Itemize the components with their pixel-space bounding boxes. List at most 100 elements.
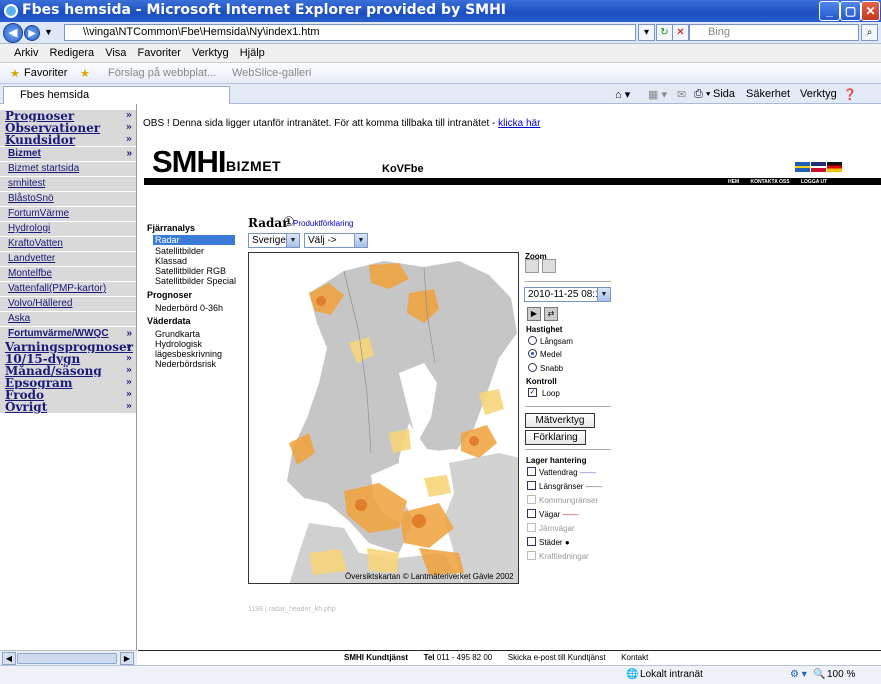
print-icon[interactable]: ⎙ ▾ (694, 88, 710, 101)
nav-sub-item[interactable]: Bizmet startsida (0, 161, 136, 176)
address-input[interactable]: \\vinga\NTCommon\Fbe\Hemsida\Ny\index1.h… (64, 24, 636, 41)
menu-item-grundkarta[interactable]: Grundkarta (155, 329, 200, 339)
favorites-link-suggested[interactable]: Förslag på webbplat... (108, 67, 216, 79)
intranet-notice: OBS ! Denna sida ligger utanför intranät… (143, 118, 540, 129)
menu-favoriter[interactable]: Favoriter (133, 44, 184, 62)
address-dropdown-icon[interactable]: ▾ (638, 24, 655, 41)
nav-logga-ut[interactable]: LOGGA UT (801, 179, 827, 185)
menu-item-satellitbilder-rgb[interactable]: Satellitbilder RGB (155, 266, 226, 276)
footer-email-link[interactable]: Skicka e-post till Kundtjänst (508, 653, 606, 662)
add-favorite-icon[interactable]: ★ (80, 67, 90, 80)
maximize-button[interactable]: ▢ (840, 1, 861, 21)
layer-vattendrag-checkbox[interactable] (527, 467, 536, 476)
scroll-left-icon[interactable]: ◀ (2, 652, 16, 665)
nav-sub-item[interactable]: KraftoVatten (0, 236, 136, 251)
back-button[interactable]: ◀ (3, 23, 23, 43)
nav-hem[interactable]: HEM (728, 179, 739, 185)
nav-kontakta-oss[interactable]: KONTAKTA OSS (751, 179, 790, 185)
nav-sub-item[interactable]: Aska (0, 311, 136, 326)
nav-sub-item[interactable]: FortumVärme (0, 206, 136, 221)
favorites-link-webslice[interactable]: WebSlice-galleri (232, 67, 311, 79)
layer-stader-checkbox[interactable] (527, 537, 536, 546)
swedish-flag-icon[interactable] (795, 162, 810, 172)
menu-arkiv[interactable]: Arkiv (10, 44, 42, 62)
notice-link[interactable]: klicka här (498, 118, 540, 129)
search-input[interactable]: Bing (689, 24, 859, 41)
menu-hjalp[interactable]: Hjälp (236, 44, 269, 62)
nav-sub-item[interactable]: smhitest (0, 176, 136, 191)
menu-item-hydrologisk[interactable]: Hydrologisk (155, 339, 202, 349)
favorites-button[interactable]: Favoriter (24, 67, 67, 79)
loop-checkbox[interactable]: ✓ (528, 388, 537, 397)
feeds-icon[interactable]: ▦ ▾ (648, 88, 667, 101)
river-line-icon: —— (579, 468, 596, 477)
protected-mode-icon[interactable]: ⚙ ▾ (790, 669, 807, 680)
border-line-icon: —— (585, 482, 602, 491)
footer-contact-link[interactable]: Kontakt (621, 653, 648, 662)
layer-stader-label: Städer ● (539, 538, 570, 547)
menu-item-satellitbilder-special[interactable]: Satellitbilder Special (155, 276, 236, 286)
refresh-icon[interactable]: ↻ (656, 24, 673, 41)
zoom-level[interactable]: 100 % (827, 669, 855, 680)
german-flag-icon[interactable] (827, 162, 842, 172)
stop-icon[interactable]: ✕ (672, 24, 689, 41)
history-dropdown-icon[interactable]: ▼ (44, 27, 53, 37)
menu-item-lagesbeskrivning[interactable]: lägesbeskrivning (155, 349, 222, 359)
radar-map[interactable]: Översiktskartan © Lantmäteriverket Gävle… (248, 252, 519, 584)
menu-item-klassad[interactable]: Klassad (155, 256, 187, 266)
nav-sub-item[interactable]: Volvo/Hällered (0, 296, 136, 311)
choice-select[interactable]: Välj -> ▼ (304, 233, 368, 248)
tab-fbes-hemsida[interactable]: Fbes hemsida (3, 86, 230, 104)
menu-item-radar-selected[interactable]: Radar (153, 235, 235, 245)
repeat-icon[interactable]: ⇄ (544, 307, 558, 321)
zoom-in-icon[interactable] (525, 259, 539, 273)
expand-arrow-icon: » (125, 401, 132, 412)
layer-lansgranser-checkbox[interactable] (527, 481, 536, 490)
nav-sub-item[interactable]: Montelfbe (0, 266, 136, 281)
play-icon[interactable]: ▶ (527, 307, 541, 321)
nav-sub-item[interactable]: Hydrologi (0, 221, 136, 236)
forward-button[interactable]: ▶ (24, 25, 40, 41)
product-explanation-link[interactable]: Produktförklaring (293, 219, 353, 228)
speed-medium-radio[interactable] (528, 349, 537, 358)
speed-slow-radio[interactable] (528, 336, 537, 345)
zoom-out-icon[interactable] (542, 259, 556, 273)
nav-bizmet[interactable]: Bizmet » (0, 146, 136, 161)
nav-sub-item[interactable]: Vattenfall(PMP-kartor) (0, 281, 136, 296)
page-menu[interactable]: Sida (713, 88, 735, 100)
search-icon[interactable]: ⌕ (861, 24, 878, 41)
security-menu[interactable]: Säkerhet (746, 88, 790, 100)
tab-bar: Fbes hemsida ⌂ ▾ ▦ ▾ ✉ ⎙ ▾ Sida Säkerhet… (0, 84, 881, 104)
expand-arrow-icon: » (125, 110, 132, 121)
help-icon[interactable]: ❓ (843, 88, 857, 101)
menu-redigera[interactable]: Redigera (46, 44, 99, 62)
datetime-select[interactable]: 2010-11-25 08:15 ▼ (524, 287, 611, 302)
mail-icon[interactable]: ✉ (677, 88, 686, 101)
speed-label: Hastighet (526, 325, 563, 334)
layer-vagar-checkbox[interactable] (527, 509, 536, 518)
menu-verktyg[interactable]: Verktyg (188, 44, 233, 62)
close-button[interactable]: ✕ (861, 1, 880, 21)
nav-kundsidor[interactable]: Kundsidor » (0, 134, 136, 146)
nav-ovrigt[interactable]: Övrigt » (0, 401, 136, 413)
menu-item-satellitbilder[interactable]: Satellitbilder (155, 246, 204, 256)
speed-fast-radio[interactable] (528, 363, 537, 372)
menu-item-nederbord[interactable]: Nederbörd 0-36h (155, 303, 223, 313)
menu-item-nederbordsrisk[interactable]: Nederbördsrisk (155, 359, 216, 369)
measure-tool-button[interactable]: Mätverktyg (525, 413, 595, 428)
zoom-icon[interactable]: 🔍 (813, 669, 825, 680)
nav-sub-item[interactable]: BlåstoSnö (0, 191, 136, 206)
nav-fortumvarme-wwqc[interactable]: Fortumvärme/WWQC » (0, 326, 136, 341)
nav-sub-item[interactable]: Landvetter (0, 251, 136, 266)
city-dot-icon: ● (564, 538, 570, 547)
home-icon[interactable]: ⌂ ▾ (615, 88, 630, 101)
minimize-button[interactable]: _ (819, 1, 840, 21)
scroll-right-icon[interactable]: ▶ (120, 652, 134, 665)
region-select[interactable]: Sverige ▼ (248, 233, 300, 248)
menu-visa[interactable]: Visa (101, 44, 130, 62)
uk-flag-icon[interactable] (811, 162, 826, 172)
scrollbar-thumb[interactable] (17, 653, 117, 664)
tools-menu[interactable]: Verktyg (800, 88, 837, 100)
explanation-button[interactable]: Förklaring (525, 430, 586, 445)
horizontal-scrollbar[interactable]: ◀ ▶ (0, 650, 137, 665)
